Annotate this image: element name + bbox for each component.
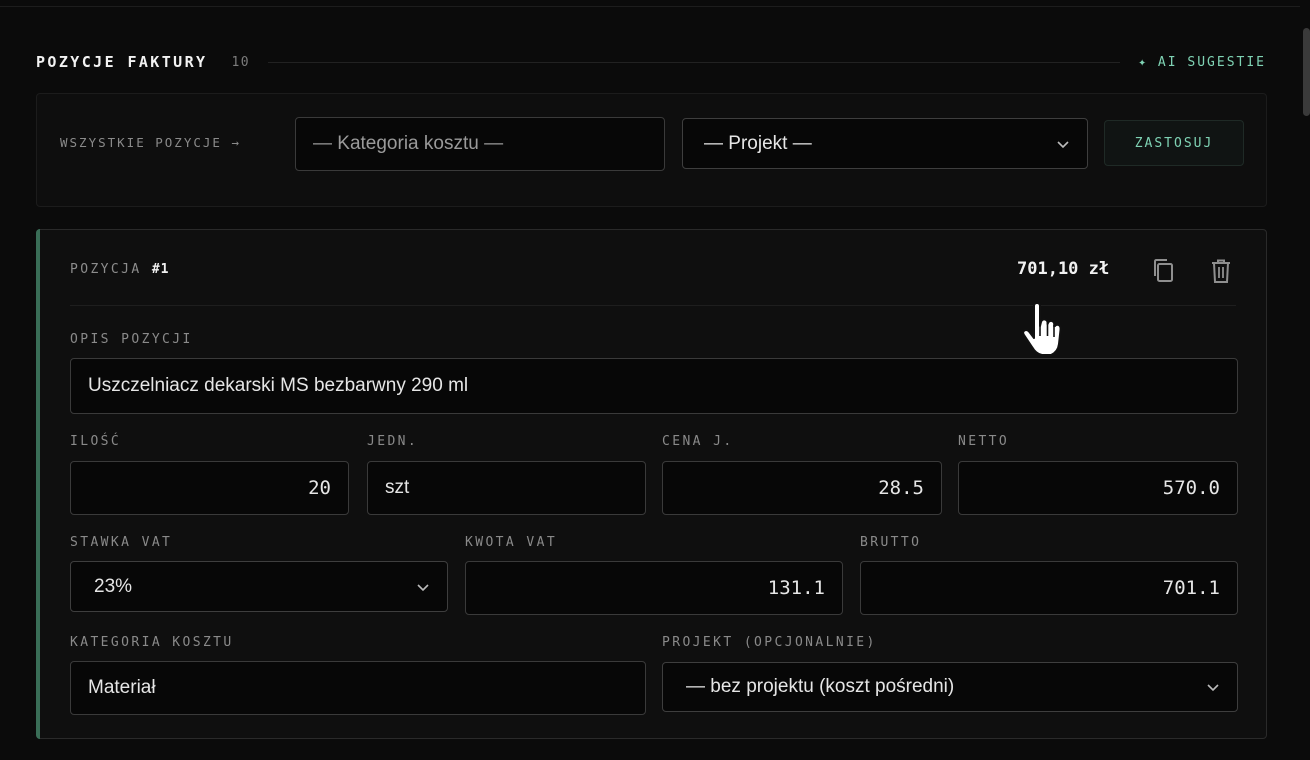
vat-rate-label: STAWKA VAT [70,535,173,550]
unit-input[interactable]: szt [367,461,646,515]
quantity-input[interactable]: 20 [70,461,349,515]
chevron-down-icon [1207,684,1219,692]
vat-rate-value: 23% [94,575,133,597]
apply-button[interactable]: ZASTOSUJ [1104,120,1244,166]
chevron-down-icon [417,583,429,591]
bulk-apply-label: WSZYSTKIE POZYCJE → [60,135,241,150]
bulk-apply-panel: WSZYSTKIE POZYCJE → — Kategoria kosztu —… [36,93,1267,207]
project-select[interactable]: — bez projektu (koszt pośredni) [662,662,1238,712]
section-header: POZYCJE FAKTURY 10 ✦ AI SUGESTIE [36,50,1266,74]
bulk-project-value: — Projekt — [704,132,812,154]
vat-amount-label: KWOTA VAT [465,535,558,550]
trash-icon [1212,259,1230,283]
unit-label: JEDN. [367,434,419,449]
card-accent-bar [36,229,40,739]
unit-price-input[interactable]: 28.5 [662,461,942,515]
item-number: #1 [151,262,170,277]
project-value: — bez projektu (koszt pośredni) [686,676,955,697]
quantity-value: 20 [308,477,331,499]
net-input[interactable]: 570.0 [958,461,1238,515]
unit-price-value: 28.5 [878,477,924,499]
scrollbar-thumb[interactable] [1303,28,1310,116]
gross-input[interactable]: 701.1 [860,561,1238,615]
net-value: 570.0 [1162,477,1220,499]
project-label: PROJEKT (OPCJONALNIE) [662,635,877,650]
vat-amount-input[interactable]: 131.1 [465,561,843,615]
bulk-category-input[interactable]: — Kategoria kosztu — [295,117,665,171]
category-value: Materiał [88,677,156,698]
section-divider [268,61,1121,63]
item-count-badge: 10 [231,54,251,70]
item-total: 701,10 zł [1017,259,1110,279]
unit-price-label: CENA J. [662,434,734,449]
chevron-down-icon [1057,140,1069,148]
description-input[interactable]: Uszczelniacz dekarski MS bezbarwny 290 m… [70,358,1238,414]
vat-rate-select[interactable]: 23% [70,561,448,612]
invoice-item-card: POZYCJA #1 701,10 zł OPIS POZYCJI Uszcze… [36,229,1267,739]
duplicate-item-button[interactable] [1149,256,1179,286]
unit-value: szt [385,477,410,498]
bulk-category-placeholder: — Kategoria kosztu — [313,133,504,154]
item-title: POZYCJA #1 [70,262,169,277]
gross-value: 701.1 [1162,577,1220,599]
item-title-prefix: POZYCJA [70,262,142,277]
vat-amount-value: 131.1 [767,577,825,599]
description-value: Uszczelniacz dekarski MS bezbarwny 290 m… [88,375,469,396]
delete-item-button[interactable] [1206,256,1236,286]
bulk-project-select[interactable]: — Projekt — [682,118,1088,169]
category-label: KATEGORIA KOSZTU [70,635,234,650]
copy-icon [1154,259,1173,282]
ai-suggestions-button[interactable]: ✦ AI SUGESTIE [1138,55,1266,70]
quantity-label: ILOŚĆ [70,434,122,449]
top-divider [0,6,1300,7]
description-label: OPIS POZYCJI [70,332,193,347]
category-input[interactable]: Materiał [70,661,646,715]
section-title: POZYCJE FAKTURY [36,53,208,71]
gross-label: BRUTTO [860,535,922,550]
hand-pointer-cursor [1022,302,1062,356]
net-label: NETTO [958,434,1010,449]
